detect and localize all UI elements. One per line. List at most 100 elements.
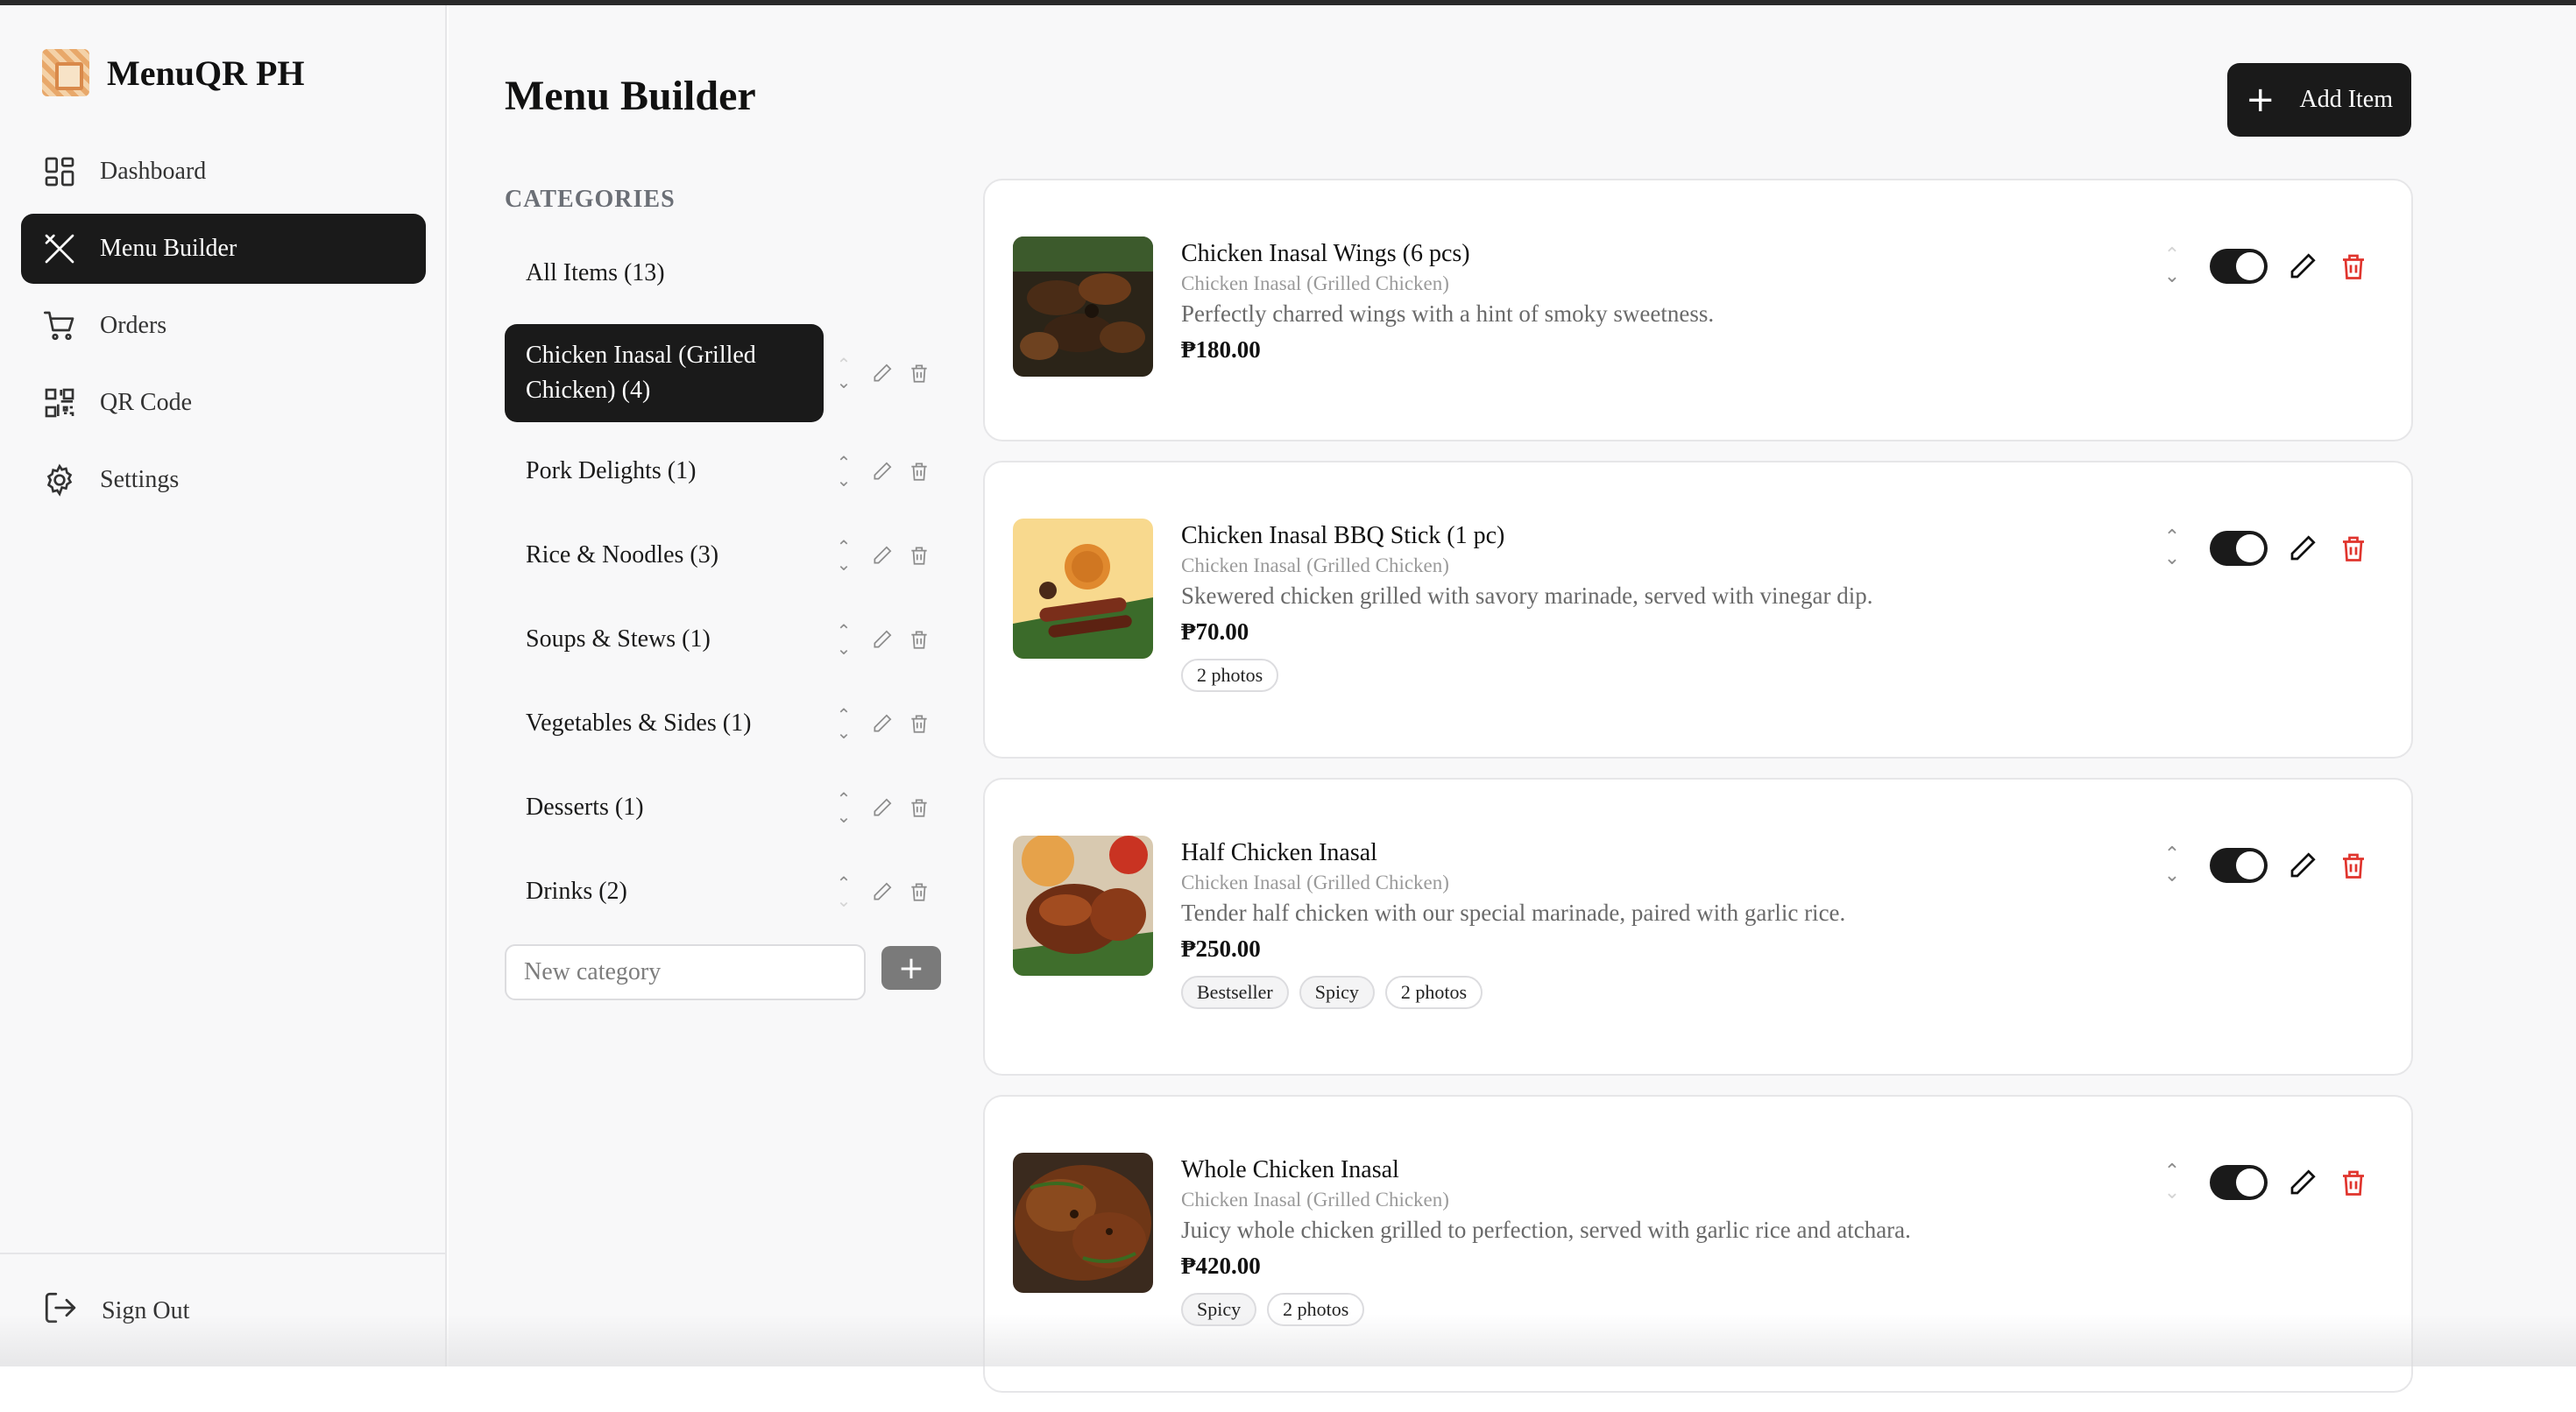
item-tags: 2 photos <box>1181 659 2057 692</box>
trash-icon[interactable] <box>908 460 931 483</box>
item-category: Chicken Inasal (Grilled Chicken) <box>1181 872 1449 893</box>
category-tools: ⌃ ⌄ <box>831 850 931 934</box>
item-tag: 2 photos <box>1384 976 1483 1009</box>
move-down-icon[interactable]: ⌄ <box>837 471 852 489</box>
item-info: Chicken Inasal BBQ Stick (1 pc) Chicken … <box>1181 520 2057 692</box>
move-up-icon[interactable]: ⌃ <box>837 356 852 373</box>
dashboard-icon <box>42 154 77 189</box>
trash-icon[interactable] <box>908 628 931 651</box>
sidebar-item-dashboard[interactable]: Dashboard <box>21 137 426 207</box>
item-photo <box>1013 836 1153 976</box>
edit-icon[interactable] <box>871 544 894 567</box>
category-chicken-inasal[interactable]: Chicken Inasal (Grilled Chicken) (4) <box>505 324 824 422</box>
sidebar-item-label: Settings <box>100 466 180 493</box>
sidebar-item-orders[interactable]: Orders <box>21 291 426 361</box>
move-up-icon[interactable]: ⌃ <box>2164 1161 2180 1183</box>
edit-icon[interactable] <box>871 362 894 385</box>
menu-item-card[interactable]: Chicken Inasal Wings (6 pcs) Chicken Ina… <box>983 179 2413 441</box>
edit-icon[interactable] <box>871 460 894 483</box>
category-tools: ⌃ ⌄ <box>831 681 931 766</box>
move-up-icon[interactable]: ⌃ <box>837 874 852 892</box>
add-item-button[interactable]: + Add Item <box>2227 63 2411 137</box>
item-tag: Bestseller <box>1181 976 1289 1009</box>
trash-icon[interactable] <box>2338 533 2369 564</box>
item-name: Chicken Inasal Wings (6 pcs) <box>1181 240 1470 267</box>
item-tag: Spicy <box>1299 976 1375 1009</box>
trash-icon[interactable] <box>908 880 931 903</box>
trash-icon[interactable] <box>908 796 931 819</box>
move-down-icon[interactable]: ⌄ <box>837 724 852 741</box>
trash-icon[interactable] <box>908 544 931 567</box>
edit-icon[interactable] <box>2287 533 2318 564</box>
sidebar-item-menu-builder[interactable]: Menu Builder <box>21 214 426 284</box>
edit-icon[interactable] <box>871 712 894 735</box>
category-soups-stews[interactable]: Soups & Stews (1) <box>505 597 824 681</box>
move-down-icon[interactable]: ⌄ <box>837 373 852 391</box>
move-down-icon[interactable]: ⌄ <box>2164 865 2180 886</box>
trash-icon[interactable] <box>2338 251 2369 282</box>
menu-item-card[interactable]: Chicken Inasal BBQ Stick (1 pc) Chicken … <box>983 461 2413 759</box>
sidebar-item-qr-code[interactable]: QR Code <box>21 368 426 438</box>
edit-icon[interactable] <box>871 628 894 651</box>
move-down-icon[interactable]: ⌄ <box>837 892 852 909</box>
sidebar-item-settings[interactable]: Settings <box>21 445 426 515</box>
edit-icon[interactable] <box>2287 251 2318 282</box>
move-up-icon[interactable]: ⌃ <box>2164 245 2180 266</box>
trash-icon[interactable] <box>2338 850 2369 881</box>
category-tools: ⌃ ⌄ <box>831 766 931 850</box>
category-pork-delights[interactable]: Pork Delights (1) <box>505 429 824 513</box>
brand[interactable]: MenuQR PH <box>42 49 305 96</box>
move-up-icon[interactable]: ⌃ <box>837 706 852 724</box>
category-all-items[interactable]: All Items (13) <box>505 231 824 315</box>
page-title: Menu Builder <box>505 73 756 119</box>
item-info: Chicken Inasal Wings (6 pcs) Chicken Ina… <box>1181 238 2057 370</box>
edit-icon[interactable] <box>2287 850 2318 881</box>
edit-icon[interactable] <box>2287 1167 2318 1198</box>
gear-icon <box>42 462 77 498</box>
edit-icon[interactable] <box>871 880 894 903</box>
availability-toggle[interactable] <box>2210 531 2268 566</box>
category-row: All Items (13) <box>505 231 960 315</box>
item-tools: ⌃ ⌄ <box>2159 245 2369 287</box>
category-desserts[interactable]: Desserts (1) <box>505 766 824 850</box>
move-down-icon[interactable]: ⌄ <box>2164 548 2180 569</box>
availability-toggle[interactable] <box>2210 249 2268 284</box>
edit-icon[interactable] <box>871 796 894 819</box>
category-row: Soups & Stews (1) ⌃ ⌄ <box>505 597 960 681</box>
move-down-icon[interactable]: ⌄ <box>2164 266 2180 287</box>
trash-icon[interactable] <box>2338 1167 2369 1198</box>
plus-icon: + <box>2245 80 2275 120</box>
move-up-icon[interactable]: ⌃ <box>837 538 852 555</box>
availability-toggle[interactable] <box>2210 848 2268 883</box>
sidebar: MenuQR PH Dashboard Menu Builder Orders … <box>0 5 447 1366</box>
category-tools: ⌃ ⌄ <box>831 513 931 597</box>
move-down-icon[interactable]: ⌄ <box>837 808 852 825</box>
trash-icon[interactable] <box>908 362 931 385</box>
category-tools: ⌃ ⌄ <box>831 597 931 681</box>
move-down-icon[interactable]: ⌄ <box>2164 1183 2180 1204</box>
move-up-icon[interactable]: ⌃ <box>837 454 852 471</box>
menu-item-card[interactable]: Half Chicken Inasal Chicken Inasal (Gril… <box>983 778 2413 1076</box>
new-category-input[interactable] <box>505 944 866 1000</box>
sidebar-item-label: Dashboard <box>100 158 207 185</box>
brand-logo <box>42 49 89 96</box>
item-description: Perfectly charred wings with a hint of s… <box>1181 300 1715 327</box>
category-drinks[interactable]: Drinks (2) <box>505 850 824 934</box>
category-rice-noodles[interactable]: Rice & Noodles (3) <box>505 513 824 597</box>
move-up-icon[interactable]: ⌃ <box>837 622 852 639</box>
availability-toggle[interactable] <box>2210 1165 2268 1200</box>
item-tags: Bestseller Spicy 2 photos <box>1181 976 2057 1009</box>
add-category-button[interactable]: + <box>881 946 941 990</box>
item-category: Chicken Inasal (Grilled Chicken) <box>1181 554 1449 576</box>
item-price: ₱420.00 <box>1181 1253 1261 1279</box>
move-up-icon[interactable]: ⌃ <box>837 790 852 808</box>
sidebar-item-label: QR Code <box>100 389 192 416</box>
trash-icon[interactable] <box>908 712 931 735</box>
category-row: Desserts (1) ⌃ ⌄ <box>505 766 960 850</box>
move-down-icon[interactable]: ⌄ <box>837 639 852 657</box>
category-vegetables-sides[interactable]: Vegetables & Sides (1) <box>505 681 824 766</box>
move-up-icon[interactable]: ⌃ <box>2164 527 2180 548</box>
move-down-icon[interactable]: ⌄ <box>837 555 852 573</box>
categories-heading: CATEGORIES <box>505 186 676 213</box>
move-up-icon[interactable]: ⌃ <box>2164 844 2180 865</box>
